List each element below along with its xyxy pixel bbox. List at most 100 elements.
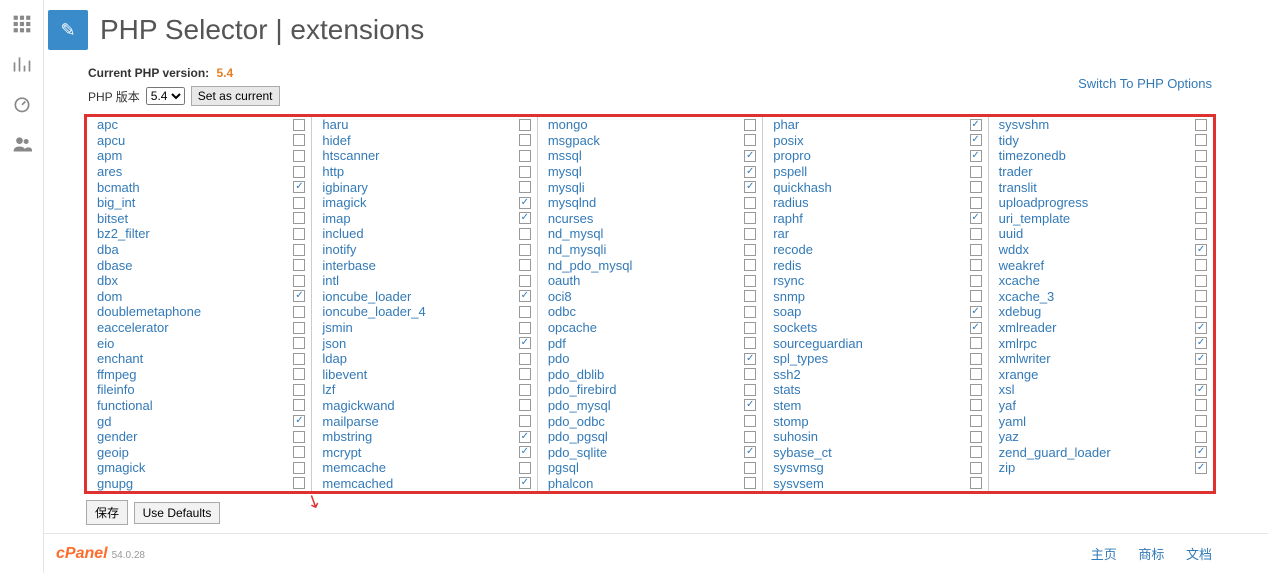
extension-magickwand[interactable]: magickwand	[312, 398, 536, 414]
extension-translit[interactable]: translit	[989, 179, 1213, 195]
extension-json[interactable]: json✓	[312, 335, 536, 351]
extension-checkbox[interactable]	[293, 431, 305, 443]
extension-checkbox[interactable]	[970, 415, 982, 427]
extension-checkbox[interactable]	[970, 384, 982, 396]
extension-tidy[interactable]: tidy	[989, 133, 1213, 149]
extension-igbinary[interactable]: igbinary	[312, 179, 536, 195]
extension-sysvshm[interactable]: sysvshm	[989, 117, 1213, 133]
extension-lzf[interactable]: lzf	[312, 382, 536, 398]
extension-oauth[interactable]: oauth	[538, 273, 762, 289]
extension-zip[interactable]: zip✓	[989, 460, 1213, 476]
extension-checkbox[interactable]	[519, 259, 531, 271]
extension-soap[interactable]: soap✓	[763, 304, 987, 320]
extension-checkbox[interactable]	[744, 368, 756, 380]
extension-nd_pdo_mysql[interactable]: nd_pdo_mysql	[538, 257, 762, 273]
users-icon[interactable]	[0, 124, 43, 164]
extension-checkbox[interactable]	[970, 290, 982, 302]
extension-geoip[interactable]: geoip	[87, 444, 311, 460]
extension-checkbox[interactable]	[1195, 368, 1207, 380]
extension-phar[interactable]: phar✓	[763, 117, 987, 133]
extension-checkbox[interactable]	[519, 119, 531, 131]
extension-checkbox[interactable]	[293, 399, 305, 411]
extension-checkbox[interactable]	[970, 353, 982, 365]
extension-checkbox[interactable]	[293, 166, 305, 178]
extension-yaz[interactable]: yaz	[989, 429, 1213, 445]
extension-xdebug[interactable]: xdebug	[989, 304, 1213, 320]
extension-xcache_3[interactable]: xcache_3	[989, 289, 1213, 305]
extension-uri_template[interactable]: uri_template	[989, 211, 1213, 227]
use-defaults-button[interactable]: Use Defaults	[134, 502, 221, 524]
extension-interbase[interactable]: interbase	[312, 257, 536, 273]
extension-checkbox[interactable]	[293, 150, 305, 162]
extension-checkbox[interactable]	[1195, 259, 1207, 271]
extension-checkbox[interactable]	[293, 322, 305, 334]
extension-checkbox[interactable]: ✓	[744, 166, 756, 178]
extension-checkbox[interactable]	[519, 181, 531, 193]
extension-mailparse[interactable]: mailparse	[312, 413, 536, 429]
extension-checkbox[interactable]	[1195, 290, 1207, 302]
extension-odbc[interactable]: odbc	[538, 304, 762, 320]
extension-apc[interactable]: apc	[87, 117, 311, 133]
extension-checkbox[interactable]	[1195, 275, 1207, 287]
extension-recode[interactable]: recode	[763, 242, 987, 258]
extension-checkbox[interactable]	[519, 150, 531, 162]
extension-gd[interactable]: gd✓	[87, 413, 311, 429]
extension-doublemetaphone[interactable]: doublemetaphone	[87, 304, 311, 320]
extension-checkbox[interactable]: ✓	[519, 197, 531, 209]
extension-checkbox[interactable]	[293, 368, 305, 380]
extension-checkbox[interactable]	[970, 462, 982, 474]
extension-memcache[interactable]: memcache	[312, 460, 536, 476]
extension-checkbox[interactable]	[293, 446, 305, 458]
extension-http[interactable]: http	[312, 164, 536, 180]
extension-checkbox[interactable]	[293, 134, 305, 146]
extension-rsync[interactable]: rsync	[763, 273, 987, 289]
extension-checkbox[interactable]: ✓	[744, 446, 756, 458]
extension-quickhash[interactable]: quickhash	[763, 179, 987, 195]
extension-hidef[interactable]: hidef	[312, 133, 536, 149]
extension-checkbox[interactable]: ✓	[744, 150, 756, 162]
extension-sockets[interactable]: sockets✓	[763, 320, 987, 336]
extension-sourceguardian[interactable]: sourceguardian	[763, 335, 987, 351]
extension-checkbox[interactable]: ✓	[1195, 384, 1207, 396]
extension-checkbox[interactable]: ✓	[744, 353, 756, 365]
extension-ldap[interactable]: ldap	[312, 351, 536, 367]
extension-uuid[interactable]: uuid	[989, 226, 1213, 242]
extension-checkbox[interactable]	[970, 399, 982, 411]
extension-checkbox[interactable]	[744, 275, 756, 287]
extension-msgpack[interactable]: msgpack	[538, 133, 762, 149]
extension-checkbox[interactable]	[519, 353, 531, 365]
extension-checkbox[interactable]	[293, 384, 305, 396]
extension-gmagick[interactable]: gmagick	[87, 460, 311, 476]
extension-checkbox[interactable]	[519, 166, 531, 178]
extension-xmlwriter[interactable]: xmlwriter✓	[989, 351, 1213, 367]
extension-pdo_sqlite[interactable]: pdo_sqlite✓	[538, 444, 762, 460]
extension-pdo_pgsql[interactable]: pdo_pgsql	[538, 429, 762, 445]
extension-ssh2[interactable]: ssh2	[763, 367, 987, 383]
extension-dbase[interactable]: dbase	[87, 257, 311, 273]
extension-checkbox[interactable]	[970, 181, 982, 193]
extension-pdf[interactable]: pdf	[538, 335, 762, 351]
extension-checkbox[interactable]	[1195, 197, 1207, 209]
extension-apm[interactable]: apm	[87, 148, 311, 164]
extension-checkbox[interactable]	[970, 477, 982, 489]
extension-sybase_ct[interactable]: sybase_ct	[763, 444, 987, 460]
extension-enchant[interactable]: enchant	[87, 351, 311, 367]
extension-checkbox[interactable]	[744, 134, 756, 146]
extension-sysvsem[interactable]: sysvsem	[763, 476, 987, 492]
extension-ares[interactable]: ares	[87, 164, 311, 180]
extension-dba[interactable]: dba	[87, 242, 311, 258]
extension-haru[interactable]: haru	[312, 117, 536, 133]
extension-checkbox[interactable]	[1195, 399, 1207, 411]
extension-checkbox[interactable]	[970, 259, 982, 271]
extension-checkbox[interactable]	[519, 462, 531, 474]
extension-checkbox[interactable]	[293, 228, 305, 240]
extension-checkbox[interactable]	[519, 415, 531, 427]
extension-checkbox[interactable]: ✓	[970, 212, 982, 224]
php-version-select[interactable]: 5.4	[146, 87, 185, 105]
extension-ncurses[interactable]: ncurses	[538, 211, 762, 227]
extension-spl_types[interactable]: spl_types	[763, 351, 987, 367]
extension-mssql[interactable]: mssql✓	[538, 148, 762, 164]
extension-checkbox[interactable]: ✓	[293, 415, 305, 427]
extension-propro[interactable]: propro✓	[763, 148, 987, 164]
switch-to-options-link[interactable]: Switch To PHP Options	[1078, 76, 1212, 91]
